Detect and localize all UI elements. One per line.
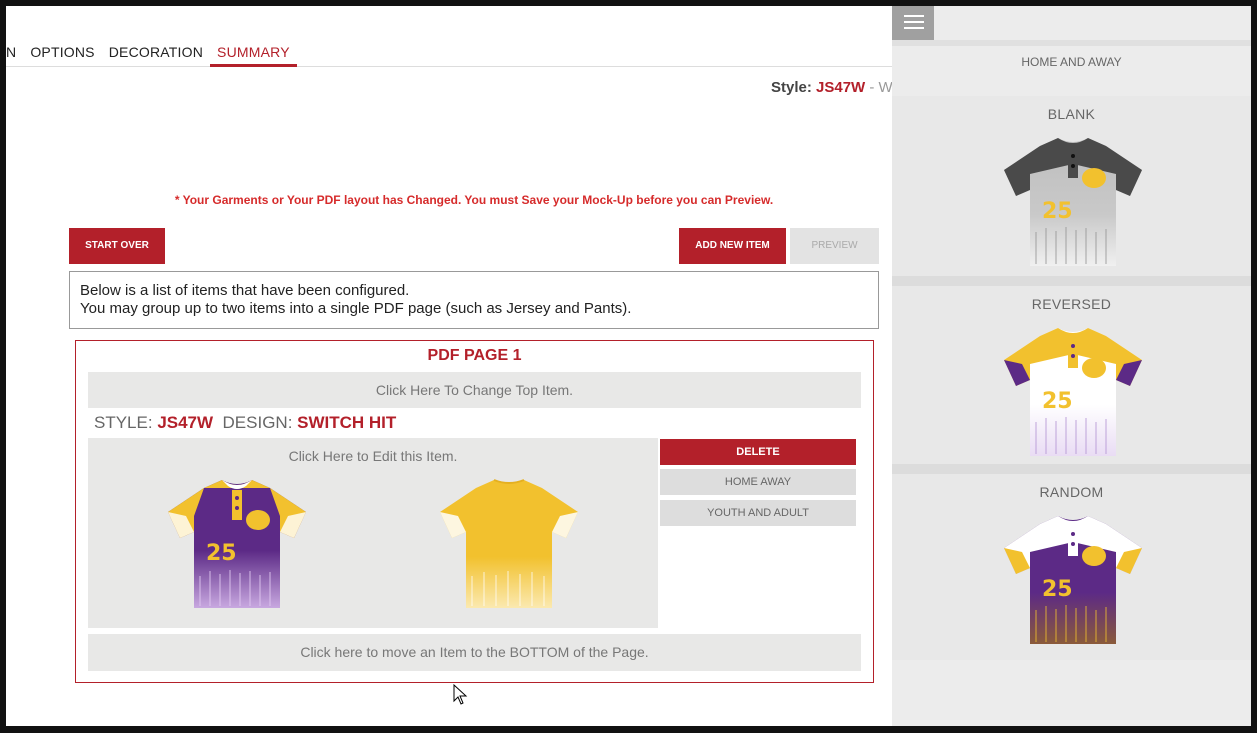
hamburger-menu-icon[interactable] [892,6,934,40]
options-panel: HOME AND AWAY BLANK 25 REVERSED 25 RANDO… [892,6,1251,726]
option-random[interactable]: RANDOM 25 [892,474,1251,660]
tab-summary[interactable]: SUMMARY [210,34,297,67]
style-rest: - W [865,79,892,96]
home-away-button[interactable]: HOME AWAY [660,469,856,495]
blank-jersey-number: 25 [1042,199,1073,224]
tab-decoration[interactable]: DECORATION [102,34,210,67]
design-label: DESIGN: [222,413,298,432]
pdf-page-card: PDF PAGE 1 Click Here To Change Top Item… [75,340,874,683]
style-heading: Style: JS47W - W [771,79,892,96]
edit-item-label: Click Here to Edit this Item. [288,448,458,464]
move-to-bottom-button[interactable]: Click here to move an Item to the BOTTOM… [88,634,861,671]
option-separator [892,464,1251,474]
delete-button[interactable]: DELETE [660,439,856,465]
style-value: JS47W [157,413,214,432]
style-code: JS47W [816,79,866,96]
info-box: Below is a list of items that have been … [69,271,879,329]
step-tabs: N OPTIONS DECORATION SUMMARY [6,34,892,67]
random-jersey-number: 25 [1042,577,1073,602]
style-design-line: STYLE: JS47W DESIGN: SWITCH HIT [94,413,396,433]
option-reversed-label: REVERSED [1031,296,1112,312]
start-over-button[interactable]: START OVER [69,228,165,264]
info-line-1: Below is a list of items that have been … [80,282,410,299]
pdf-page-title: PDF PAGE 1 [427,347,522,364]
style-label: STYLE: [94,413,158,432]
preview-button[interactable]: PREVIEW [790,228,879,264]
jersey-random-image: 25 [1004,516,1142,644]
jersey-front-image: 25 [168,480,306,608]
design-value: SWITCH HIT [297,413,397,432]
mouse-cursor-icon [453,684,468,705]
youth-adult-button[interactable]: YOUTH AND ADULT [660,500,856,526]
style-prefix: Style: [771,79,817,96]
info-line-2: You may group up to two items into a sin… [80,300,632,317]
option-blank[interactable]: BLANK 25 [892,96,1251,286]
app-frame: N OPTIONS DECORATION SUMMARY Style: JS47… [0,0,1257,733]
edit-item-area[interactable]: Click Here to Edit this Item. 25 [88,438,658,628]
option-blank-label: BLANK [1047,106,1096,122]
home-away-heading: HOME AND AWAY [892,46,1251,96]
jersey-back-image [440,479,578,608]
jersey-number: 25 [206,541,237,566]
main-content: N OPTIONS DECORATION SUMMARY Style: JS47… [6,6,892,726]
tab-design[interactable]: N [6,34,23,67]
add-new-item-button[interactable]: ADD NEW ITEM [679,228,786,264]
change-top-item-button[interactable]: Click Here To Change Top Item. [88,372,861,408]
option-random-label: RANDOM [1039,484,1104,500]
option-reversed[interactable]: REVERSED 25 [892,286,1251,474]
jersey-reversed-image: 25 [1004,328,1142,456]
tab-options[interactable]: OPTIONS [23,34,101,67]
jersey-blank-image: 25 [1004,138,1142,266]
option-separator [892,276,1251,286]
reversed-jersey-number: 25 [1042,389,1073,414]
save-warning: * Your Garments or Your PDF layout has C… [174,193,774,207]
